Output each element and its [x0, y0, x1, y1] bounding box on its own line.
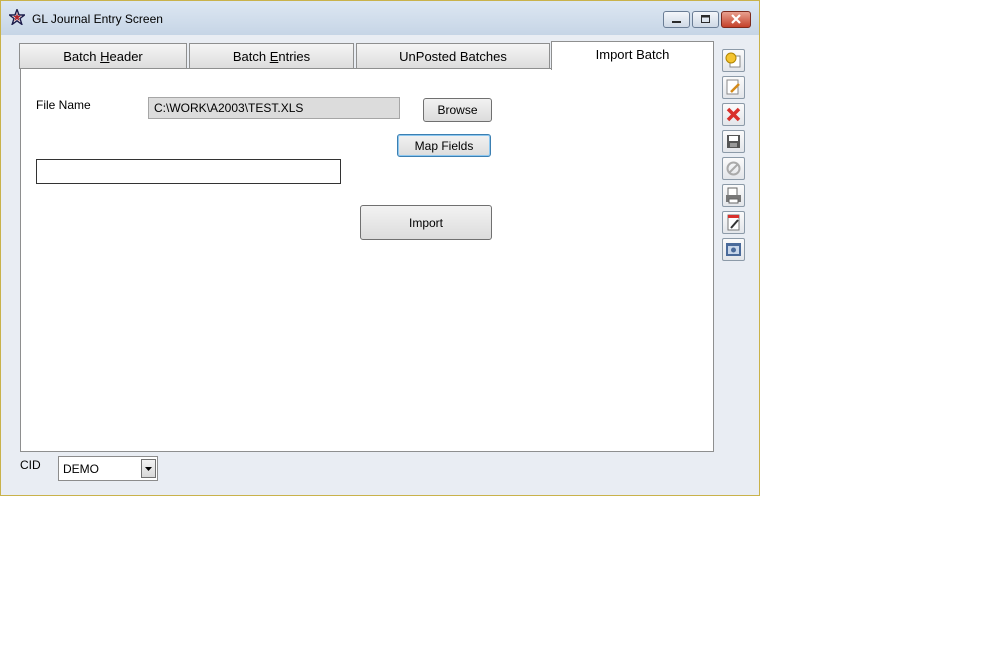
import-batch-panel: File Name C:\WORK\A2003\TEST.XLS Browse …	[20, 68, 714, 452]
edit-record-icon	[726, 79, 740, 95]
window-client: Batch Header Batch Entries UnPosted Batc…	[9, 35, 751, 489]
report-icon	[727, 214, 740, 231]
cid-dropdown-toggle[interactable]	[141, 459, 156, 478]
close-icon	[731, 14, 741, 24]
import-button[interactable]: Import	[360, 205, 492, 240]
restore-icon	[701, 15, 710, 23]
cid-value: DEMO	[63, 462, 99, 476]
chevron-down-icon	[145, 467, 152, 471]
print-preview-button[interactable]	[722, 184, 745, 207]
cancel-icon	[726, 161, 741, 176]
add-record-icon	[725, 52, 741, 68]
app-window: GL Journal Entry Screen Batch Header Bat…	[0, 0, 760, 496]
edit-record-button[interactable]	[722, 76, 745, 99]
delete-icon	[726, 107, 741, 122]
tab-strip: Batch Header Batch Entries UnPosted Batc…	[19, 41, 715, 70]
tab-batch-header[interactable]: Batch Header	[19, 43, 187, 69]
file-name-label: File Name	[36, 98, 91, 112]
close-form-icon	[726, 243, 741, 256]
minimize-button[interactable]	[663, 11, 690, 28]
print-preview-icon	[726, 187, 741, 204]
save-button[interactable]	[722, 130, 745, 153]
close-button[interactable]	[721, 11, 751, 28]
window-title: GL Journal Entry Screen	[32, 12, 163, 26]
tab-unposted-batches[interactable]: UnPosted Batches	[356, 43, 550, 69]
browse-button[interactable]: Browse	[423, 98, 492, 122]
record-toolbar	[720, 45, 748, 264]
cancel-button[interactable]	[722, 157, 745, 180]
tab-batch-entries[interactable]: Batch Entries	[189, 43, 354, 69]
map-fields-button[interactable]: Map Fields	[397, 134, 491, 157]
delete-button[interactable]	[722, 103, 745, 126]
status-field[interactable]	[36, 159, 341, 184]
cid-dropdown[interactable]: DEMO	[58, 456, 158, 481]
title-bar[interactable]: GL Journal Entry Screen	[1, 1, 759, 35]
report-button[interactable]	[722, 211, 745, 234]
close-form-button[interactable]	[722, 238, 745, 261]
restore-button[interactable]	[692, 11, 719, 28]
minimize-icon	[672, 21, 681, 23]
file-name-field[interactable]: C:\WORK\A2003\TEST.XLS	[148, 97, 400, 119]
add-record-button[interactable]	[722, 49, 745, 72]
save-icon	[727, 135, 740, 148]
cid-label: CID	[20, 458, 41, 472]
star-app-icon	[9, 9, 25, 25]
tab-import-batch[interactable]: Import Batch	[551, 41, 714, 70]
